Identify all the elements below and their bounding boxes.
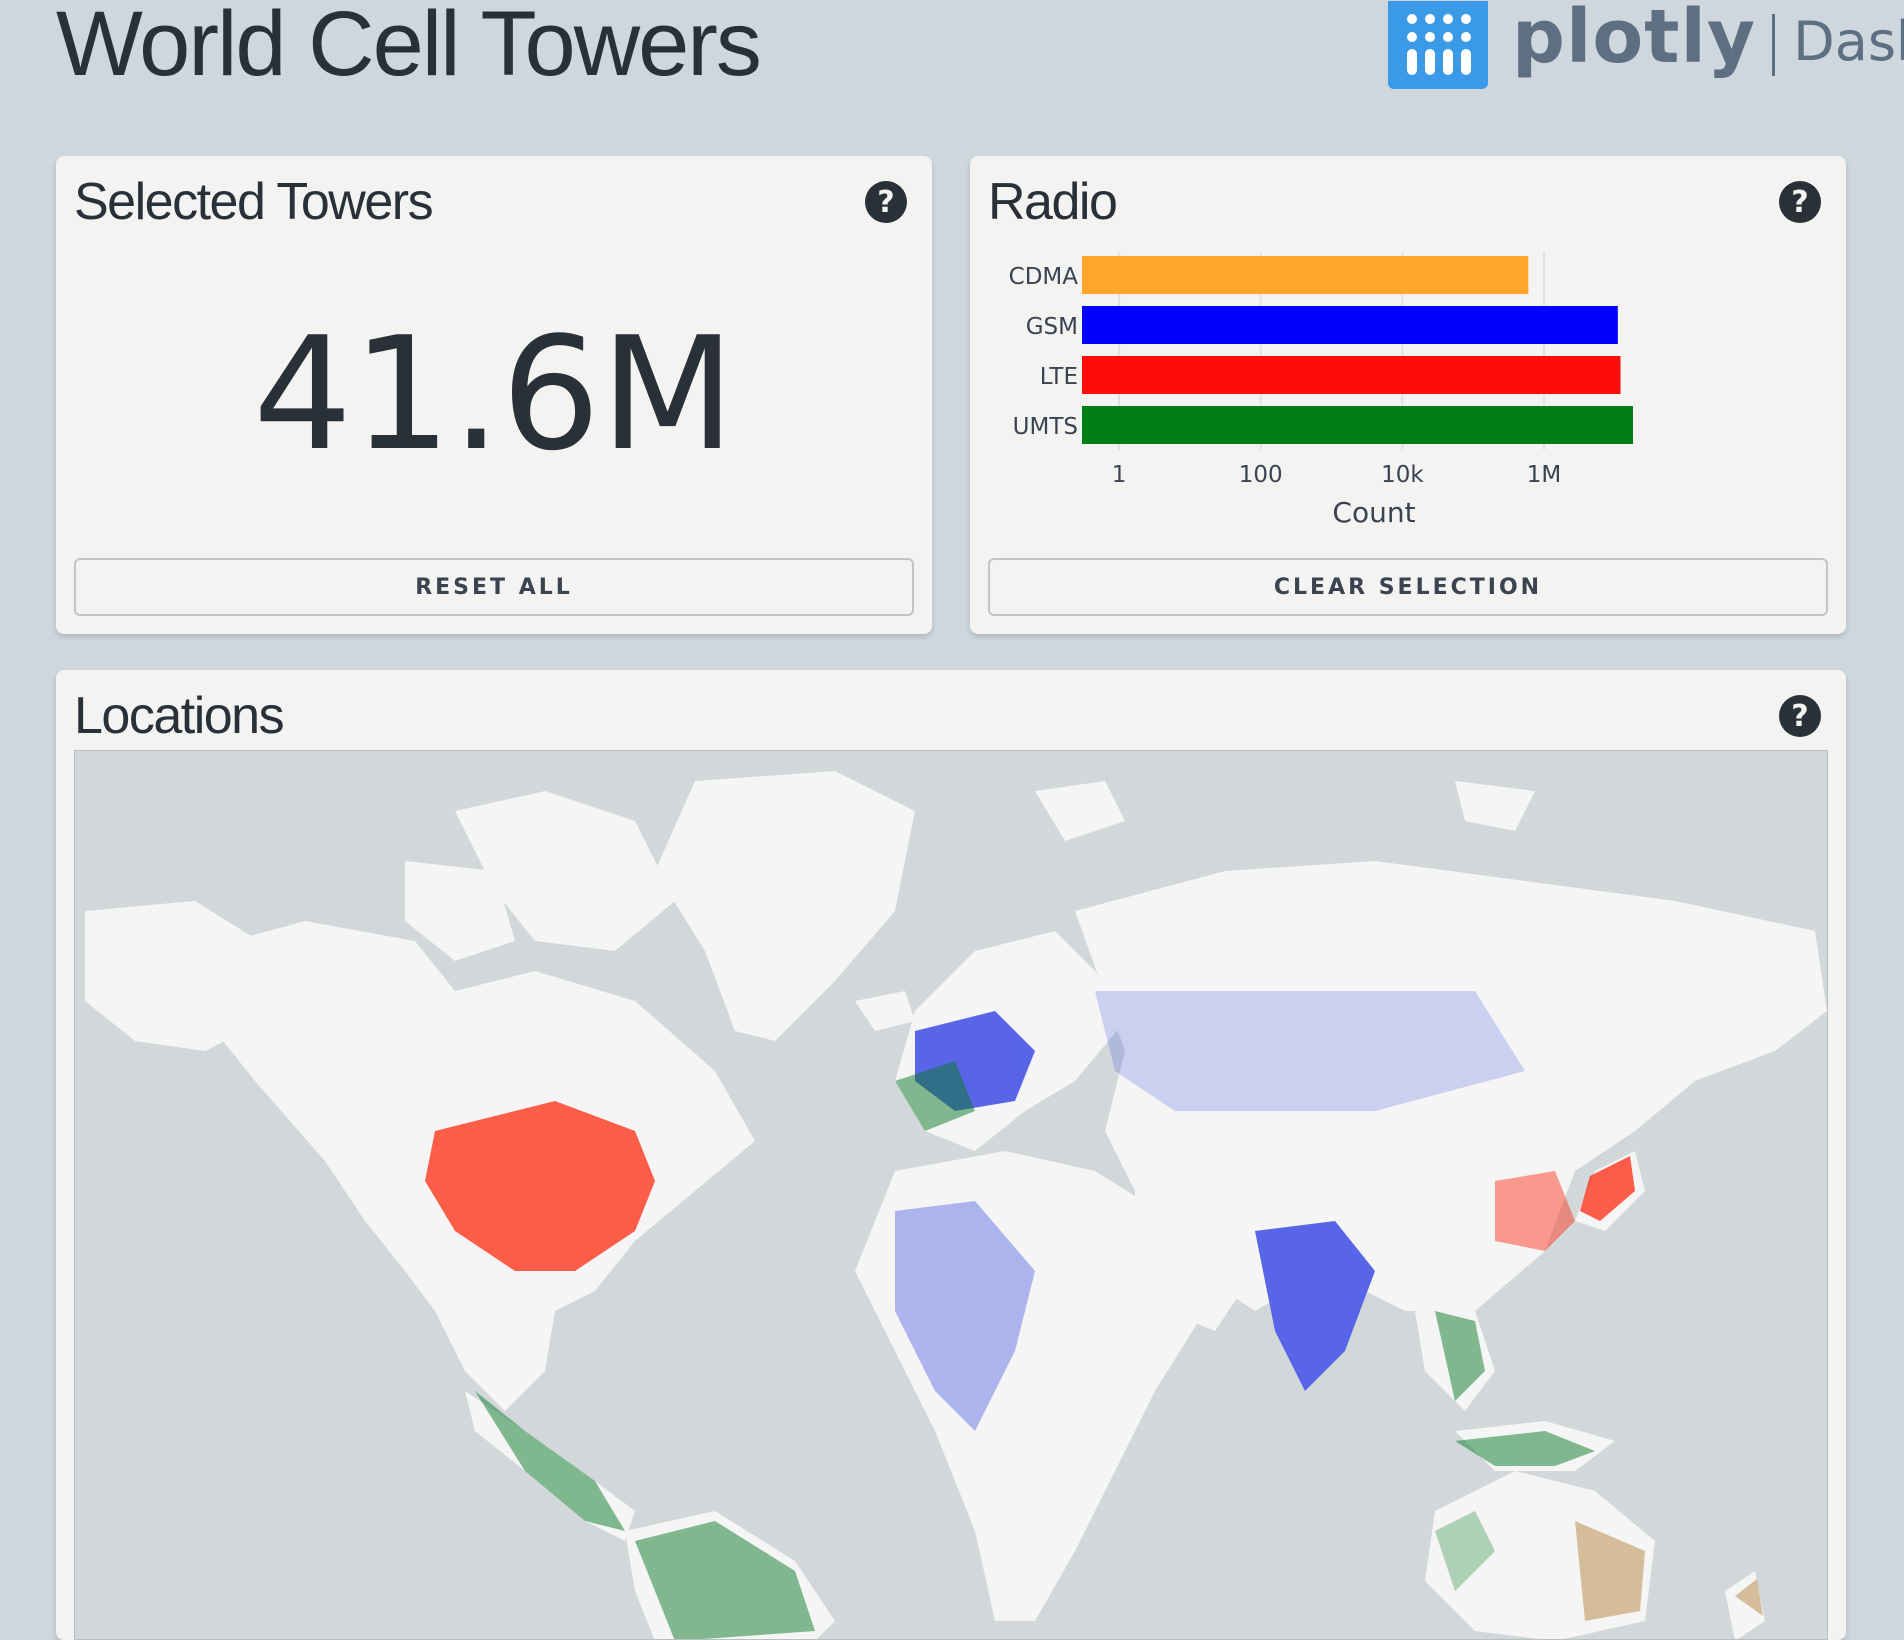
- chart-x-ticks: 1 100 10k 1M: [1112, 462, 1562, 488]
- chart-bar-umts[interactable]: [1082, 406, 1633, 444]
- svg-text:?: ?: [877, 185, 894, 220]
- brand-logo[interactable]: plotly Dash: [1388, 0, 1904, 90]
- chart-category-label: CDMA: [1009, 264, 1079, 290]
- chart-bars: [1082, 256, 1633, 444]
- svg-text:?: ?: [1791, 699, 1808, 734]
- tower-map[interactable]: [74, 750, 1828, 1640]
- chart-x-tick-label: 10k: [1381, 462, 1424, 488]
- clear-selection-button[interactable]: CLEAR SELECTION: [988, 558, 1828, 616]
- chart-bar-gsm[interactable]: [1082, 306, 1618, 344]
- brand-word: plotly: [1512, 0, 1757, 80]
- radio-card: Radio ? CDMA GSM LTE UMTS 1 100 10k 1M Count C…: [970, 156, 1846, 634]
- reset-all-button[interactable]: RESET ALL: [74, 558, 914, 616]
- help-icon[interactable]: ?: [1778, 694, 1822, 738]
- chart-x-tick-label: 1: [1112, 462, 1127, 488]
- radio-bar-chart[interactable]: CDMA GSM LTE UMTS 1 100 10k 1M Count: [970, 156, 1846, 556]
- chart-x-tick-label: 100: [1239, 462, 1283, 488]
- plotly-logo-icon: [1388, 1, 1488, 89]
- brand-product: Dash: [1793, 9, 1904, 73]
- selected-towers-card: Selected Towers ? 41.6M RESET ALL: [56, 156, 932, 634]
- chart-bar-lte[interactable]: [1082, 356, 1621, 394]
- help-icon[interactable]: ?: [864, 180, 908, 224]
- selected-towers-count: 41.6M: [253, 303, 735, 485]
- brand-separator: [1772, 14, 1776, 76]
- chart-bar-cdma[interactable]: [1082, 256, 1529, 294]
- chart-category-label: LTE: [1040, 364, 1078, 390]
- selected-towers-title: Selected Towers: [74, 173, 434, 231]
- chart-x-tick-label: 1M: [1527, 462, 1561, 488]
- chart-category-label: GSM: [1026, 314, 1078, 340]
- chart-category-label: UMTS: [1013, 414, 1078, 440]
- chart-category-labels: CDMA GSM LTE UMTS: [1009, 264, 1079, 440]
- locations-card: Locations ?: [56, 670, 1846, 1640]
- locations-title: Locations: [74, 687, 285, 745]
- chart-x-axis-label: Count: [1332, 496, 1415, 529]
- page-title: World Cell Towers: [56, 0, 762, 95]
